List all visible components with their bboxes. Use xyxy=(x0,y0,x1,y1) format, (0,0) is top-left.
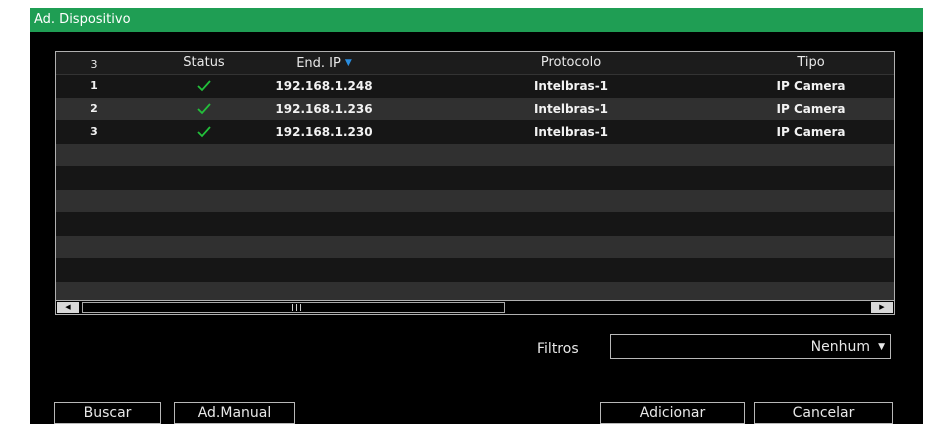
filter-dropdown[interactable]: Nenhum ▼ xyxy=(610,334,891,359)
row-type: IP Camera xyxy=(776,125,846,139)
row-index: 2 xyxy=(90,102,98,115)
protocol-column-header[interactable]: Protocolo xyxy=(496,55,646,71)
count-header: 3 xyxy=(90,58,98,71)
empty-row xyxy=(56,213,894,235)
search-button[interactable]: Buscar xyxy=(54,402,161,424)
horizontal-scrollbar[interactable]: ◀ ▶ xyxy=(56,300,894,314)
check-icon xyxy=(197,103,211,115)
row-index: 1 xyxy=(90,79,98,92)
row-protocol: Intelbras-1 xyxy=(533,79,609,93)
row-type: IP Camera xyxy=(776,79,846,93)
table-row[interactable]: 1 192.168.1.248 Intelbras-1 IP Camera xyxy=(56,75,894,97)
dialog-title: Ad. Dispositivo xyxy=(34,12,131,27)
status-column-header[interactable]: Status xyxy=(164,55,244,71)
cancel-button[interactable]: Cancelar xyxy=(754,402,893,424)
row-index: 3 xyxy=(90,125,98,138)
empty-row xyxy=(56,190,894,212)
filter-label: Filtros xyxy=(537,341,579,357)
row-protocol: Intelbras-1 xyxy=(533,125,609,139)
empty-row xyxy=(56,236,894,258)
thumb-grip xyxy=(300,304,301,311)
row-ip: 192.168.1.230 xyxy=(275,125,373,139)
add-device-dialog: Ad. Dispositivo 3 Status End. IP ▼ Protoc… xyxy=(30,8,923,424)
filter-value: Nenhum xyxy=(810,339,870,355)
row-type: IP Camera xyxy=(776,102,846,116)
ip-header-label: End. IP xyxy=(296,56,341,71)
empty-row xyxy=(56,259,894,281)
thumb-grip xyxy=(296,304,297,311)
check-icon xyxy=(197,126,211,138)
scroll-right-icon[interactable]: ▶ xyxy=(871,302,893,313)
title-bar: Ad. Dispositivo xyxy=(30,8,923,32)
thumb-grip xyxy=(292,304,293,311)
ip-column-header[interactable]: End. IP ▼ xyxy=(264,55,384,72)
check-icon xyxy=(197,80,211,92)
empty-row xyxy=(56,144,894,166)
scroll-left-icon[interactable]: ◀ xyxy=(57,302,79,313)
table-header: 3 Status End. IP ▼ Protocolo Tipo xyxy=(56,52,894,75)
empty-row xyxy=(56,167,894,189)
sort-down-icon: ▼ xyxy=(344,58,352,68)
manual-add-button[interactable]: Ad.Manual xyxy=(174,402,295,424)
table-row[interactable]: 2 192.168.1.236 Intelbras-1 IP Camera xyxy=(56,98,894,120)
scrollbar-thumb[interactable] xyxy=(82,302,505,313)
row-ip: 192.168.1.248 xyxy=(275,79,373,93)
empty-row xyxy=(56,282,894,300)
type-column-header[interactable]: Tipo xyxy=(746,55,876,71)
device-table: 3 Status End. IP ▼ Protocolo Tipo 1 192.1… xyxy=(55,51,895,315)
table-row[interactable]: 3 192.168.1.230 Intelbras-1 IP Camera xyxy=(56,121,894,143)
row-protocol: Intelbras-1 xyxy=(533,102,609,116)
row-ip: 192.168.1.236 xyxy=(275,102,373,116)
chevron-down-icon: ▼ xyxy=(878,342,885,352)
add-button[interactable]: Adicionar xyxy=(600,402,745,424)
